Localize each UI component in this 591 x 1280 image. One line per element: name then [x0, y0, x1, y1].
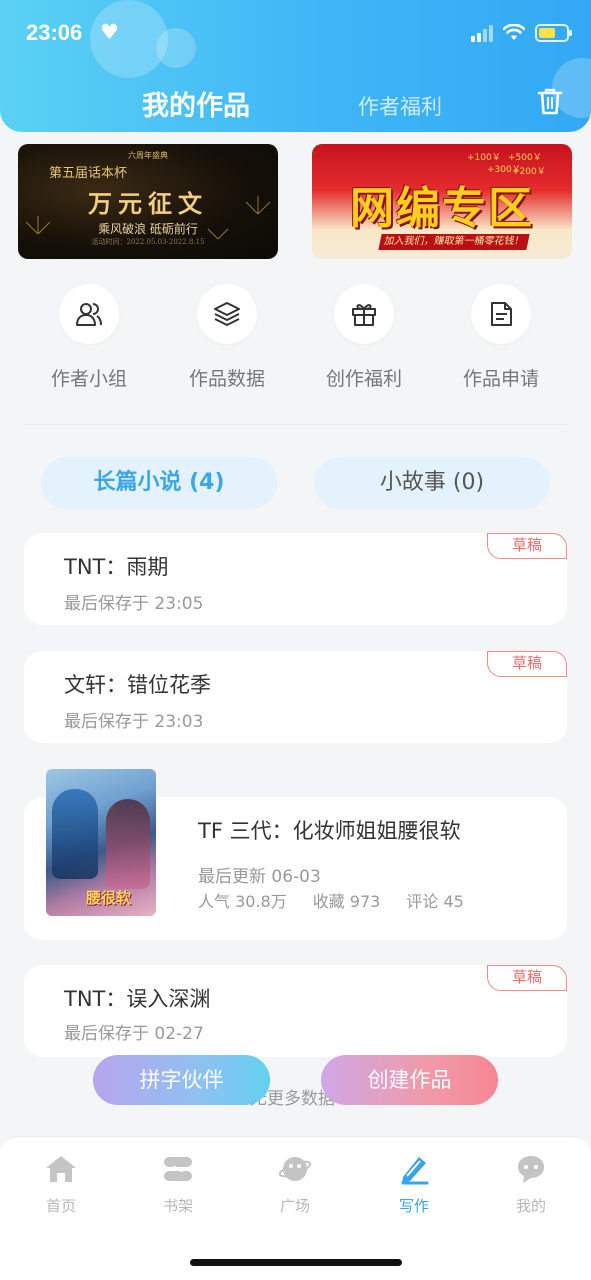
quick-author-group[interactable]: 作者小组 — [29, 284, 149, 391]
bottom-nav: 首页 书架 广场 写作 我的 — [0, 1136, 591, 1228]
work-title: TNT：雨期 — [64, 555, 169, 579]
create-work-button[interactable]: 创建作品 — [321, 1055, 498, 1105]
bookshelf-icon — [164, 1157, 192, 1181]
quick-action-label: 创作福利 — [325, 368, 402, 390]
draft-badge: 草稿 — [487, 533, 567, 559]
nav-label: 写作 — [398, 1197, 429, 1215]
banner-right-strip: 加入我们，赚取第一桶零花钱！ — [378, 234, 530, 250]
quick-creative-welfare[interactable]: 创作福利 — [304, 284, 424, 391]
stat-favorites: 收藏 973 — [312, 892, 381, 911]
work-updated-time: 最后更新 06-03 — [198, 867, 321, 887]
write-icon — [401, 1157, 429, 1185]
status-icons — [471, 24, 572, 42]
work-title: TF 三代：化妆师姐姐腰很软 — [198, 819, 461, 843]
work-saved-time: 最后保存于 23:03 — [64, 712, 204, 732]
coin-label: +500￥ — [508, 153, 542, 163]
home-indicator — [190, 1259, 402, 1266]
banner-editor-zone[interactable]: +100￥ +300￥ +500￥ +200￥ 网编专区 加入我们，赚取第一桶零… — [312, 144, 572, 259]
work-title: TNT：误入深渊 — [64, 987, 211, 1011]
quick-work-data[interactable]: 作品数据 — [167, 284, 287, 391]
battery-icon — [535, 24, 572, 42]
work-data-icon — [197, 284, 257, 344]
wifi-icon — [503, 24, 525, 40]
work-card[interactable]: 文轩：错位花季 最后保存于 23:03 草稿 — [24, 651, 567, 743]
cover-title: 腰很软 — [86, 889, 132, 907]
tab-long-novels[interactable]: 长篇小说 (4) — [41, 457, 277, 509]
nav-write[interactable]: 写作 — [374, 1153, 454, 1216]
cellular-signal-icon — [471, 24, 493, 42]
stat-comments: 评论 45 — [406, 892, 464, 911]
divider — [24, 424, 567, 425]
banner-right-title: 网编专区 — [350, 183, 534, 234]
trash-icon[interactable] — [536, 86, 564, 116]
nav-profile[interactable]: 我的 — [491, 1153, 571, 1216]
work-title: 文轩：错位花季 — [64, 673, 211, 697]
quick-action-label: 作者小组 — [50, 368, 127, 390]
gift-icon — [334, 284, 394, 344]
nav-plaza[interactable]: 广场 — [255, 1153, 335, 1216]
quick-action-label: 作品申请 — [462, 368, 539, 390]
quick-action-label: 作品数据 — [188, 368, 265, 390]
banner-essay-contest[interactable]: 六周年盛典 第五届话本杯 万元征文 乘风破浪 砥砺前行 活动时间：2022.05… — [18, 144, 278, 259]
work-card[interactable]: TNT：雨期 最后保存于 23:05 草稿 — [24, 533, 567, 625]
draft-badge: 草稿 — [487, 651, 567, 677]
work-card[interactable]: TNT：误入深渊 最后保存于 02-27 草稿 — [24, 965, 567, 1057]
profile-icon — [518, 1156, 544, 1183]
home-indicator-area — [0, 1228, 591, 1280]
work-cover-image[interactable]: 腰很软 — [46, 769, 156, 916]
apply-icon — [471, 284, 531, 344]
home-icon — [46, 1156, 76, 1182]
draft-badge: 草稿 — [487, 965, 567, 991]
fireworks-decoration — [25, 196, 271, 240]
work-saved-time: 最后保存于 02-27 — [64, 1024, 204, 1044]
nav-bookshelf[interactable]: 书架 — [138, 1153, 218, 1216]
author-group-icon — [59, 284, 119, 344]
tab-my-works[interactable]: 我的作品 — [142, 84, 250, 123]
heart-icon: ♥ — [100, 20, 119, 44]
nav-label: 书架 — [162, 1197, 193, 1215]
tab-author-welfare[interactable]: 作者福利 — [358, 91, 442, 121]
nav-label: 首页 — [45, 1197, 76, 1215]
header: 23:06 ♥ 我的作品 作者福利 — [0, 0, 591, 132]
stat-popularity: 人气 30.8万 — [198, 892, 287, 911]
nav-home[interactable]: 首页 — [21, 1153, 101, 1216]
work-stats: 人气 30.8万 收藏 973 评论 45 — [198, 888, 464, 912]
nav-label: 广场 — [279, 1197, 310, 1215]
status-time: 23:06 — [26, 20, 83, 45]
writing-partner-button[interactable]: 拼字伙伴 — [93, 1055, 270, 1105]
work-saved-time: 最后保存于 23:05 — [64, 594, 204, 614]
quick-work-apply[interactable]: 作品申请 — [441, 284, 561, 391]
plaza-icon — [278, 1157, 312, 1181]
nav-label: 我的 — [515, 1197, 546, 1215]
tab-short-stories[interactable]: 小故事 (0) — [314, 457, 550, 509]
